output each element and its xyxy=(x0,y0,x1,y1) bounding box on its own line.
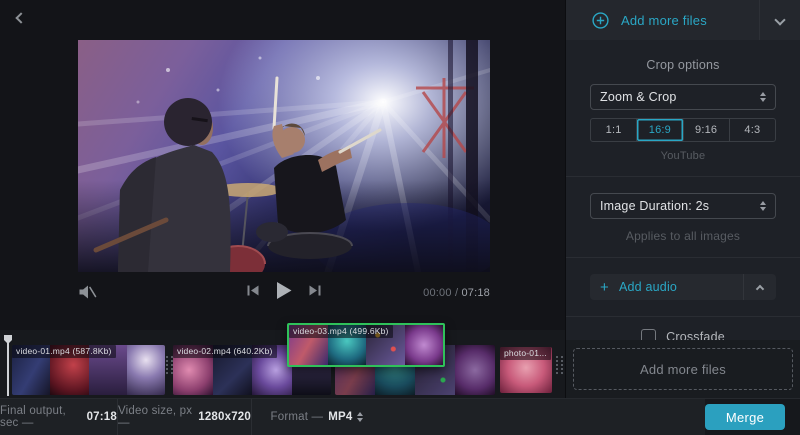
add-audio-button[interactable]: + Add audio xyxy=(590,274,743,300)
next-frame-button[interactable] xyxy=(309,284,322,297)
add-audio-label: Add audio xyxy=(619,280,677,294)
timeline: video-01.mp4 (587.8Kb) video-02.mp4 (640… xyxy=(0,330,565,398)
final-output-label: Final output, sec — xyxy=(0,405,82,429)
skip-forward-icon xyxy=(309,284,322,297)
merge-button[interactable]: Merge xyxy=(705,404,785,430)
add-more-files-header-button[interactable]: Add more files xyxy=(566,0,800,40)
crop-options-title: Crop options xyxy=(566,58,800,72)
video-size-value: 1280x720 xyxy=(198,411,251,423)
timeline-clip-video-03-selected[interactable]: video-03.mp4 (499.6Kb) xyxy=(287,323,445,367)
timeline-clip-video-01[interactable]: video-01.mp4 (587.8Kb) xyxy=(12,345,165,395)
section-divider xyxy=(566,316,800,317)
chevron-left-icon xyxy=(15,12,26,23)
format-select[interactable]: Format — MP4 xyxy=(252,399,382,435)
back-button[interactable] xyxy=(8,4,34,30)
format-value: MP4 xyxy=(328,411,352,423)
chevron-down-icon xyxy=(774,14,785,25)
plus-icon: + xyxy=(600,280,609,295)
plus-circle-icon xyxy=(592,12,609,29)
sidebar: Add more files Crop options Zoom & Crop … xyxy=(565,0,800,398)
clip-drag-handle[interactable] xyxy=(556,356,563,374)
image-duration-value: Image Duration: 2s xyxy=(600,199,709,213)
add-more-files-header-label: Add more files xyxy=(621,13,759,28)
thumbnail xyxy=(405,325,444,365)
sidebar-bottom-area: Add more files xyxy=(566,340,800,398)
select-stepper-icon xyxy=(760,201,766,211)
duration-helper-text: Applies to all images xyxy=(566,229,800,243)
ratio-4-3-button[interactable]: 4:3 xyxy=(730,119,775,141)
collapse-panel-button[interactable] xyxy=(760,0,800,40)
aspect-ratio-group: 1:1 16:9 9:16 4:3 xyxy=(590,118,776,142)
ratio-9-16-button[interactable]: 9:16 xyxy=(684,119,730,141)
time-separator: / xyxy=(455,287,458,299)
video-preview[interactable] xyxy=(78,40,490,272)
play-icon xyxy=(276,281,293,300)
play-button[interactable] xyxy=(276,281,293,300)
total-time: 07:18 xyxy=(461,287,490,299)
section-divider xyxy=(566,176,800,177)
select-stepper-icon xyxy=(760,92,766,102)
thumbnail xyxy=(455,345,495,395)
clip-drag-handle[interactable] xyxy=(166,356,173,374)
chevron-up-icon xyxy=(756,284,764,292)
clip-filename: video-02.mp4 (640.2Kb) xyxy=(173,345,277,358)
mute-button[interactable] xyxy=(78,284,97,303)
clip-filename: video-03.mp4 (499.6Kb) xyxy=(289,325,393,338)
section-divider xyxy=(566,257,800,258)
add-audio-row: + Add audio xyxy=(590,274,776,300)
video-merger-app: 00:00 / 07:18 video-01.mp4 (587.8Kb) vid… xyxy=(0,0,800,435)
timeline-clip-photo-01[interactable]: photo-01... xyxy=(500,347,552,393)
ratio-1-1-button[interactable]: 1:1 xyxy=(591,119,637,141)
dropzone-label: Add more files xyxy=(640,362,726,377)
playhead[interactable] xyxy=(7,336,9,396)
ratio-16-9-button[interactable]: 16:9 xyxy=(637,119,683,141)
crop-mode-select[interactable]: Zoom & Crop xyxy=(590,84,776,110)
collapse-audio-button[interactable] xyxy=(744,274,776,300)
add-more-files-dropzone[interactable]: Add more files xyxy=(573,348,793,390)
current-time: 00:00 xyxy=(423,287,452,299)
select-stepper-icon xyxy=(357,412,363,422)
merge-area: Merge xyxy=(705,399,800,435)
format-label: Format — xyxy=(271,411,324,423)
player-controls: 00:00 / 07:18 xyxy=(78,281,490,307)
status-bar: Final output, sec — 07:18 Video size, px… xyxy=(0,398,800,435)
concert-video-frame xyxy=(78,40,490,272)
clip-filename: video-01.mp4 (587.8Kb) xyxy=(12,345,116,358)
final-output-stat: Final output, sec — 07:18 xyxy=(0,399,118,435)
volume-muted-icon xyxy=(78,284,97,300)
previous-frame-button[interactable] xyxy=(247,284,260,297)
skip-back-icon xyxy=(247,284,260,297)
platform-hint: YouTube xyxy=(566,150,800,162)
crop-mode-value: Zoom & Crop xyxy=(600,90,677,104)
video-size-stat: Video size, px — 1280x720 xyxy=(118,399,252,435)
thumbnail xyxy=(127,345,165,395)
image-duration-select[interactable]: Image Duration: 2s xyxy=(590,193,776,219)
clip-filename: photo-01... xyxy=(500,347,551,360)
final-output-value: 07:18 xyxy=(87,411,117,423)
playback-time: 00:00 / 07:18 xyxy=(423,287,490,299)
video-size-label: Video size, px — xyxy=(118,405,193,429)
